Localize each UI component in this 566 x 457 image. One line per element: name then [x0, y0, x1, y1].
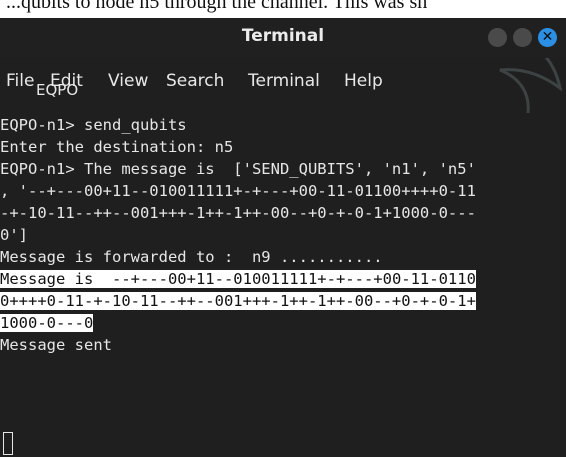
- terminal-line: 0']: [0, 226, 28, 244]
- terminal-output[interactable]: EQPO-n1> send_qubits Enter the destinati…: [0, 114, 566, 356]
- overlay-label: EQPO: [36, 81, 79, 99]
- terminal-line: EQPO-n1> The message is ['SEND_QUBITS', …: [0, 160, 476, 178]
- terminal-line: EQPO-n1> send_qubits: [0, 116, 187, 134]
- window-title: Terminal: [241, 26, 325, 46]
- menu-file[interactable]: File: [6, 71, 34, 91]
- terminal-line: Message sent: [0, 336, 112, 354]
- terminal-cursor: [3, 432, 13, 455]
- menu-search[interactable]: Search: [166, 71, 224, 91]
- terminal-line-selected: Message is --+---00+11--010011111+-+---+…: [0, 270, 476, 288]
- title-bar[interactable]: Terminal ✕: [0, 18, 566, 58]
- menu-view[interactable]: View: [108, 71, 148, 91]
- terminal-line-selected: 1000-0---0: [0, 314, 94, 332]
- close-button[interactable]: ✕: [538, 28, 557, 47]
- caption-strip: ...qubits to node n5 through the channel…: [0, 0, 566, 18]
- menu-bar: File Edit View Search Terminal Help EQPO: [0, 71, 566, 99]
- menu-help[interactable]: Help: [344, 71, 383, 91]
- maximize-button[interactable]: [513, 28, 532, 47]
- terminal-line: , '--+---00+11--010011111+-+---+00-11-01…: [0, 182, 476, 200]
- minimize-button[interactable]: [488, 28, 507, 47]
- caption-text: ...qubits to node n5 through the channel…: [6, 0, 428, 13]
- close-icon: ✕: [541, 29, 554, 45]
- terminal-line: Message is forwarded to : n9 ...........: [0, 248, 383, 266]
- terminal-line-selected: 0++++0-11-+-10-11--++--001+++-1++-1++-00…: [0, 292, 476, 310]
- terminal-window: Terminal ✕ File Edit View Search Termina…: [0, 18, 566, 457]
- terminal-line: Enter the destination: n5: [0, 138, 234, 156]
- menu-terminal[interactable]: Terminal: [248, 71, 320, 91]
- terminal-line: -+-10-11--++--001+++-1++-1++-00--+0-+-0-…: [0, 204, 476, 222]
